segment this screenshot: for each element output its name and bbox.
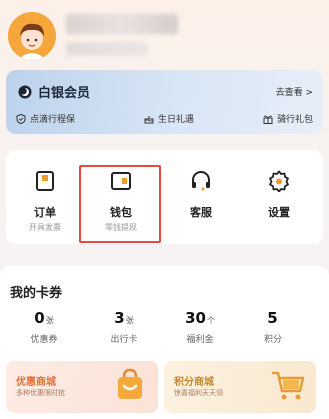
perk-trip-insurance[interactable]: 点滴行程保 [16, 112, 75, 125]
perk-label: 点滴行程保 [30, 115, 76, 125]
shopping-bag-icon [118, 368, 142, 399]
headset-icon [192, 171, 210, 191]
welfare-fund-count: 30 [185, 309, 206, 327]
perk-label: 生日礼遇 [157, 115, 194, 125]
perk-birthday[interactable]: 生日礼遇 [144, 112, 194, 125]
coupon-unit: 张 [45, 316, 54, 325]
membership-level: 白银会员 [38, 86, 91, 101]
discount-mall-banner[interactable]: 优惠商城 多种优惠限时抢 [6, 361, 158, 413]
shopping-cart-icon [272, 371, 305, 400]
settings-entry[interactable]: 设置 [244, 150, 314, 244]
order-doc-icon [36, 171, 54, 191]
points-mall-title: 积分商城 [174, 377, 214, 388]
gift-icon [263, 115, 273, 124]
points-mall-sub: 惊喜福利天天领 [174, 389, 223, 397]
travel-card-stat[interactable]: 3张 出行卡 [94, 308, 154, 345]
silver-badge-icon [18, 85, 32, 98]
wallet-highlight-box [79, 165, 161, 243]
orders-entry[interactable]: 订单 开具发票 [10, 150, 80, 244]
customer-service-entry[interactable]: 客服 [166, 150, 236, 244]
shield-icon [16, 113, 26, 124]
welfare-fund-unit: 个 [206, 316, 215, 325]
discount-mall-sub: 多种优惠限时抢 [16, 389, 65, 397]
perk-label: 骑行礼包 [276, 115, 313, 125]
settings-label: 设置 [268, 206, 290, 219]
points-mall-banner[interactable]: 积分商城 惊喜福利天天领 [164, 361, 316, 413]
my-coupons-section: 我的卡券 0张 优惠券 3张 出行卡 30个 福利金 5 积分 优惠商城 多种优… [0, 266, 329, 419]
profile-header [0, 0, 329, 70]
user-avatar[interactable] [8, 12, 56, 60]
membership-view-link[interactable]: 去查看 > [276, 85, 313, 98]
points-count: 5 [267, 309, 278, 327]
customer-service-label: 客服 [190, 206, 212, 219]
coupon-count: 0 [34, 309, 45, 327]
user-subinfo-blurred [66, 42, 148, 56]
quick-actions-card: 订单 开具发票 钱包 零钱提现 客服 设置 [6, 150, 323, 244]
coupons-title: 我的卡券 [10, 286, 63, 301]
orders-label: 订单 [34, 206, 56, 219]
travel-card-label: 出行卡 [110, 335, 138, 345]
coupon-label: 优惠券 [30, 335, 58, 345]
orders-sub: 开具发票 [29, 223, 61, 232]
cake-icon [144, 115, 154, 123]
travel-card-count: 3 [114, 309, 125, 327]
discount-mall-title: 优惠商城 [16, 377, 56, 388]
perk-ride-gift[interactable]: 骑行礼包 [263, 112, 313, 125]
membership-perks: 点滴行程保 生日礼遇 骑行礼包 [16, 112, 313, 125]
membership-title: 白银会员 [18, 82, 90, 101]
username-blurred [66, 14, 178, 34]
gear-icon [269, 170, 289, 192]
points-stat[interactable]: 5 积分 [243, 308, 303, 345]
points-label: 积分 [263, 335, 282, 345]
travel-card-unit: 张 [125, 316, 134, 325]
welfare-fund-stat[interactable]: 30个 福利金 [170, 308, 230, 345]
avatar-illustration-icon [8, 12, 56, 60]
membership-card[interactable]: 白银会员 去查看 > 点滴行程保 生日礼遇 骑行礼包 [6, 70, 323, 134]
coupon-stat[interactable]: 0张 优惠券 [14, 308, 74, 345]
welfare-fund-label: 福利金 [186, 335, 214, 345]
